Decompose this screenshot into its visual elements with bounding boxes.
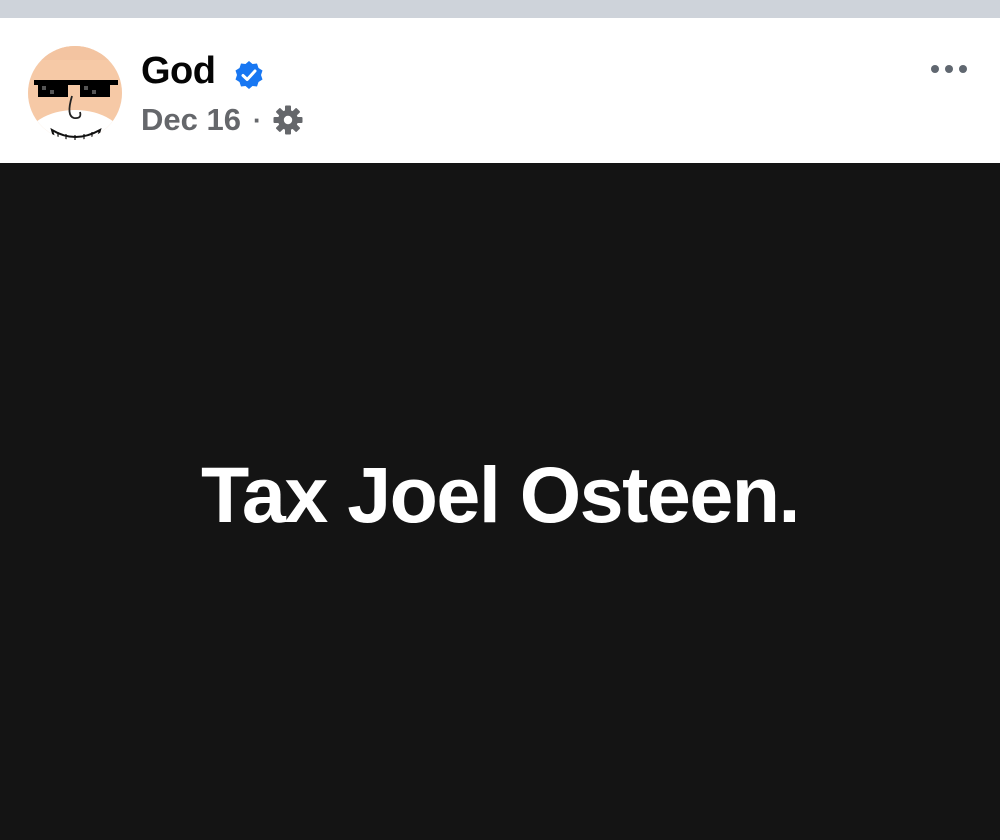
top-divider — [0, 0, 1000, 18]
post-header: God Dec 16 · — [0, 18, 1000, 163]
more-options-dot — [959, 65, 967, 73]
more-options-button[interactable] — [924, 54, 974, 84]
post-meta: Dec 16 · — [141, 100, 304, 140]
gear-icon[interactable] — [272, 104, 304, 136]
meta-separator: · — [252, 105, 262, 135]
author-avatar[interactable] — [28, 46, 122, 140]
post-text: Tax Joel Osteen. — [200, 450, 801, 539]
author-name[interactable]: God — [141, 48, 216, 94]
post-timestamp[interactable]: Dec 16 — [141, 100, 241, 140]
more-options-icon — [931, 65, 939, 73]
avatar-face-icon — [28, 46, 122, 140]
verified-badge-icon — [235, 61, 263, 89]
post-body[interactable]: Tax Joel Osteen. — [0, 163, 1000, 840]
more-options-dot — [945, 65, 953, 73]
